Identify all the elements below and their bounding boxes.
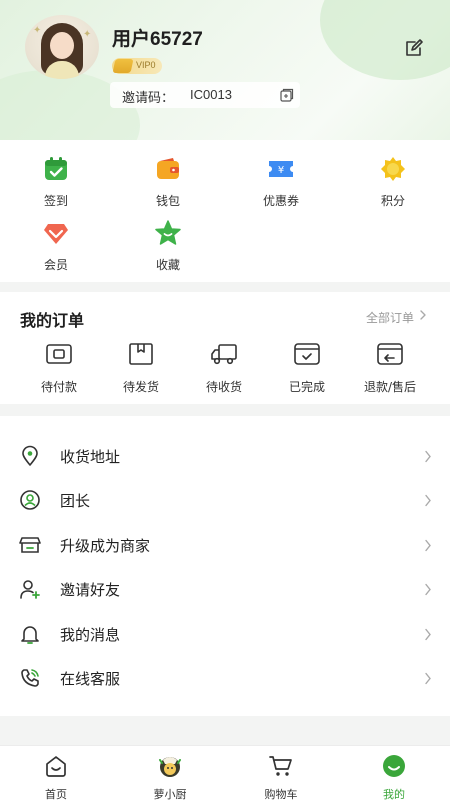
store-icon [19, 537, 41, 553]
tab-mine-label: 我的 [383, 788, 405, 800]
menu-support[interactable]: 在线客服 [0, 656, 450, 700]
quick-wallet-label: 钱包 [155, 194, 180, 208]
chevron-right-icon [425, 539, 431, 552]
svg-text:¥: ¥ [278, 165, 284, 176]
quick-points[interactable]: 积分 [348, 156, 438, 209]
done-icon [294, 343, 320, 365]
tab-mine[interactable]: 我的 [354, 754, 434, 800]
order-completed-label: 已完成 [288, 380, 325, 394]
chevron-right-icon [425, 628, 431, 641]
tab-home[interactable]: 首页 [16, 754, 96, 800]
vip-level: VIP0 [136, 60, 156, 70]
order-refund-label: 退款/售后 [363, 380, 417, 394]
add-user-icon [20, 580, 40, 599]
orders-panel: 我的订单 全部订单 待付款 待发货 待收货 已完成 退款/售后 [0, 292, 450, 404]
invite-code-label: 邀请码： [122, 91, 175, 106]
menu-leader[interactable]: 团长 [0, 478, 450, 522]
wallet-icon [157, 158, 179, 179]
quick-checkin-label: 签到 [43, 194, 68, 208]
menu-support-label: 在线客服 [60, 670, 121, 688]
edit-icon[interactable] [404, 38, 424, 58]
menu-invite[interactable]: 邀请好友 [0, 567, 450, 611]
tab-chef[interactable]: 萝小厨 [130, 754, 210, 800]
vip-badge: VIP0 [112, 58, 162, 74]
order-pending-shipment-label: 待发货 [122, 380, 159, 394]
avatar-face [50, 32, 74, 59]
refund-icon [377, 343, 403, 365]
tab-chef-label: 萝小厨 [153, 788, 187, 800]
menu-merchant[interactable]: 升级成为商家 [0, 523, 450, 567]
coupon-icon: ¥ [269, 161, 293, 177]
quick-checkin[interactable]: 签到 [11, 156, 101, 209]
quick-favorite[interactable]: 收藏 [123, 220, 213, 273]
settings-menu: 收货地址 团长 升级成为商家 邀请好友 我的消息 在线客服 [0, 416, 450, 716]
menu-address[interactable]: 收货地址 [0, 434, 450, 478]
order-pending-shipment[interactable]: 待发货 [96, 342, 186, 395]
quick-coupon-label: 优惠券 [262, 194, 299, 208]
chevron-right-icon [425, 494, 431, 507]
chevron-right-icon [425, 583, 431, 596]
menu-messages-label: 我的消息 [60, 626, 121, 644]
sparkle-icon: ✦ [83, 29, 92, 40]
chevron-right-icon [425, 450, 431, 463]
header-decoration [320, 0, 450, 80]
username: 用户65727 [112, 29, 203, 50]
member-gem-icon [44, 224, 68, 244]
tab-home-label: 首页 [45, 788, 67, 800]
vip-crown-icon [112, 59, 134, 73]
order-refund[interactable]: 退款/售后 [345, 342, 435, 395]
chef-mascot-icon [159, 757, 181, 777]
chevron-right-icon[interactable] [418, 309, 428, 321]
home-icon [46, 756, 66, 777]
sparkle-icon: ✦ [33, 25, 42, 36]
menu-address-label: 收货地址 [60, 448, 121, 466]
order-pending-payment-label: 待付款 [40, 380, 77, 394]
orders-title: 我的订单 [20, 311, 85, 330]
tab-cart-label: 购物车 [264, 788, 298, 800]
invite-code-row: 邀请码： IC0013 [110, 82, 300, 108]
truck-icon [211, 344, 237, 365]
quick-actions-panel: 签到 钱包 ¥ 优惠券 积分 会员 收藏 [0, 140, 450, 282]
copy-icon[interactable] [280, 88, 294, 102]
order-pending-payment[interactable]: 待付款 [14, 342, 104, 395]
box-icon [129, 343, 153, 365]
quick-coupon[interactable]: ¥ 优惠券 [236, 156, 326, 209]
invite-code-value: IC0013 [190, 87, 232, 102]
avatar[interactable]: ✦ ✦ [25, 15, 99, 79]
tab-cart[interactable]: 购物车 [241, 754, 321, 800]
quick-favorite-label: 收藏 [155, 258, 180, 272]
menu-merchant-label: 升级成为商家 [60, 537, 151, 555]
points-icon [381, 157, 405, 181]
menu-invite-label: 邀请好友 [60, 581, 121, 599]
profile-smile-icon [383, 755, 405, 777]
all-orders-link[interactable]: 全部订单 [366, 309, 414, 326]
order-pending-receipt-label: 待收货 [205, 380, 242, 394]
quick-member[interactable]: 会员 [11, 220, 101, 273]
wallet-card-icon [46, 344, 72, 364]
order-completed[interactable]: 已完成 [262, 342, 352, 395]
quick-points-label: 积分 [380, 194, 405, 208]
menu-leader-label: 团长 [60, 492, 91, 510]
quick-wallet[interactable]: 钱包 [123, 156, 213, 209]
menu-messages[interactable]: 我的消息 [0, 612, 450, 656]
location-pin-icon [22, 445, 38, 466]
profile-header: ✦ ✦ 用户65727 VIP0 邀请码： IC0013 [0, 0, 450, 140]
bottom-tab-bar: 首页 萝小厨 购物车 我的 [0, 745, 450, 800]
calendar-check-icon [45, 157, 67, 180]
bell-icon [21, 626, 39, 644]
leader-user-icon [20, 490, 40, 510]
order-pending-receipt[interactable]: 待收货 [179, 342, 269, 395]
chevron-right-icon [425, 672, 431, 685]
quick-member-label: 会员 [43, 258, 68, 272]
phone-icon [21, 669, 39, 687]
star-icon [155, 220, 181, 245]
cart-icon [269, 756, 292, 776]
